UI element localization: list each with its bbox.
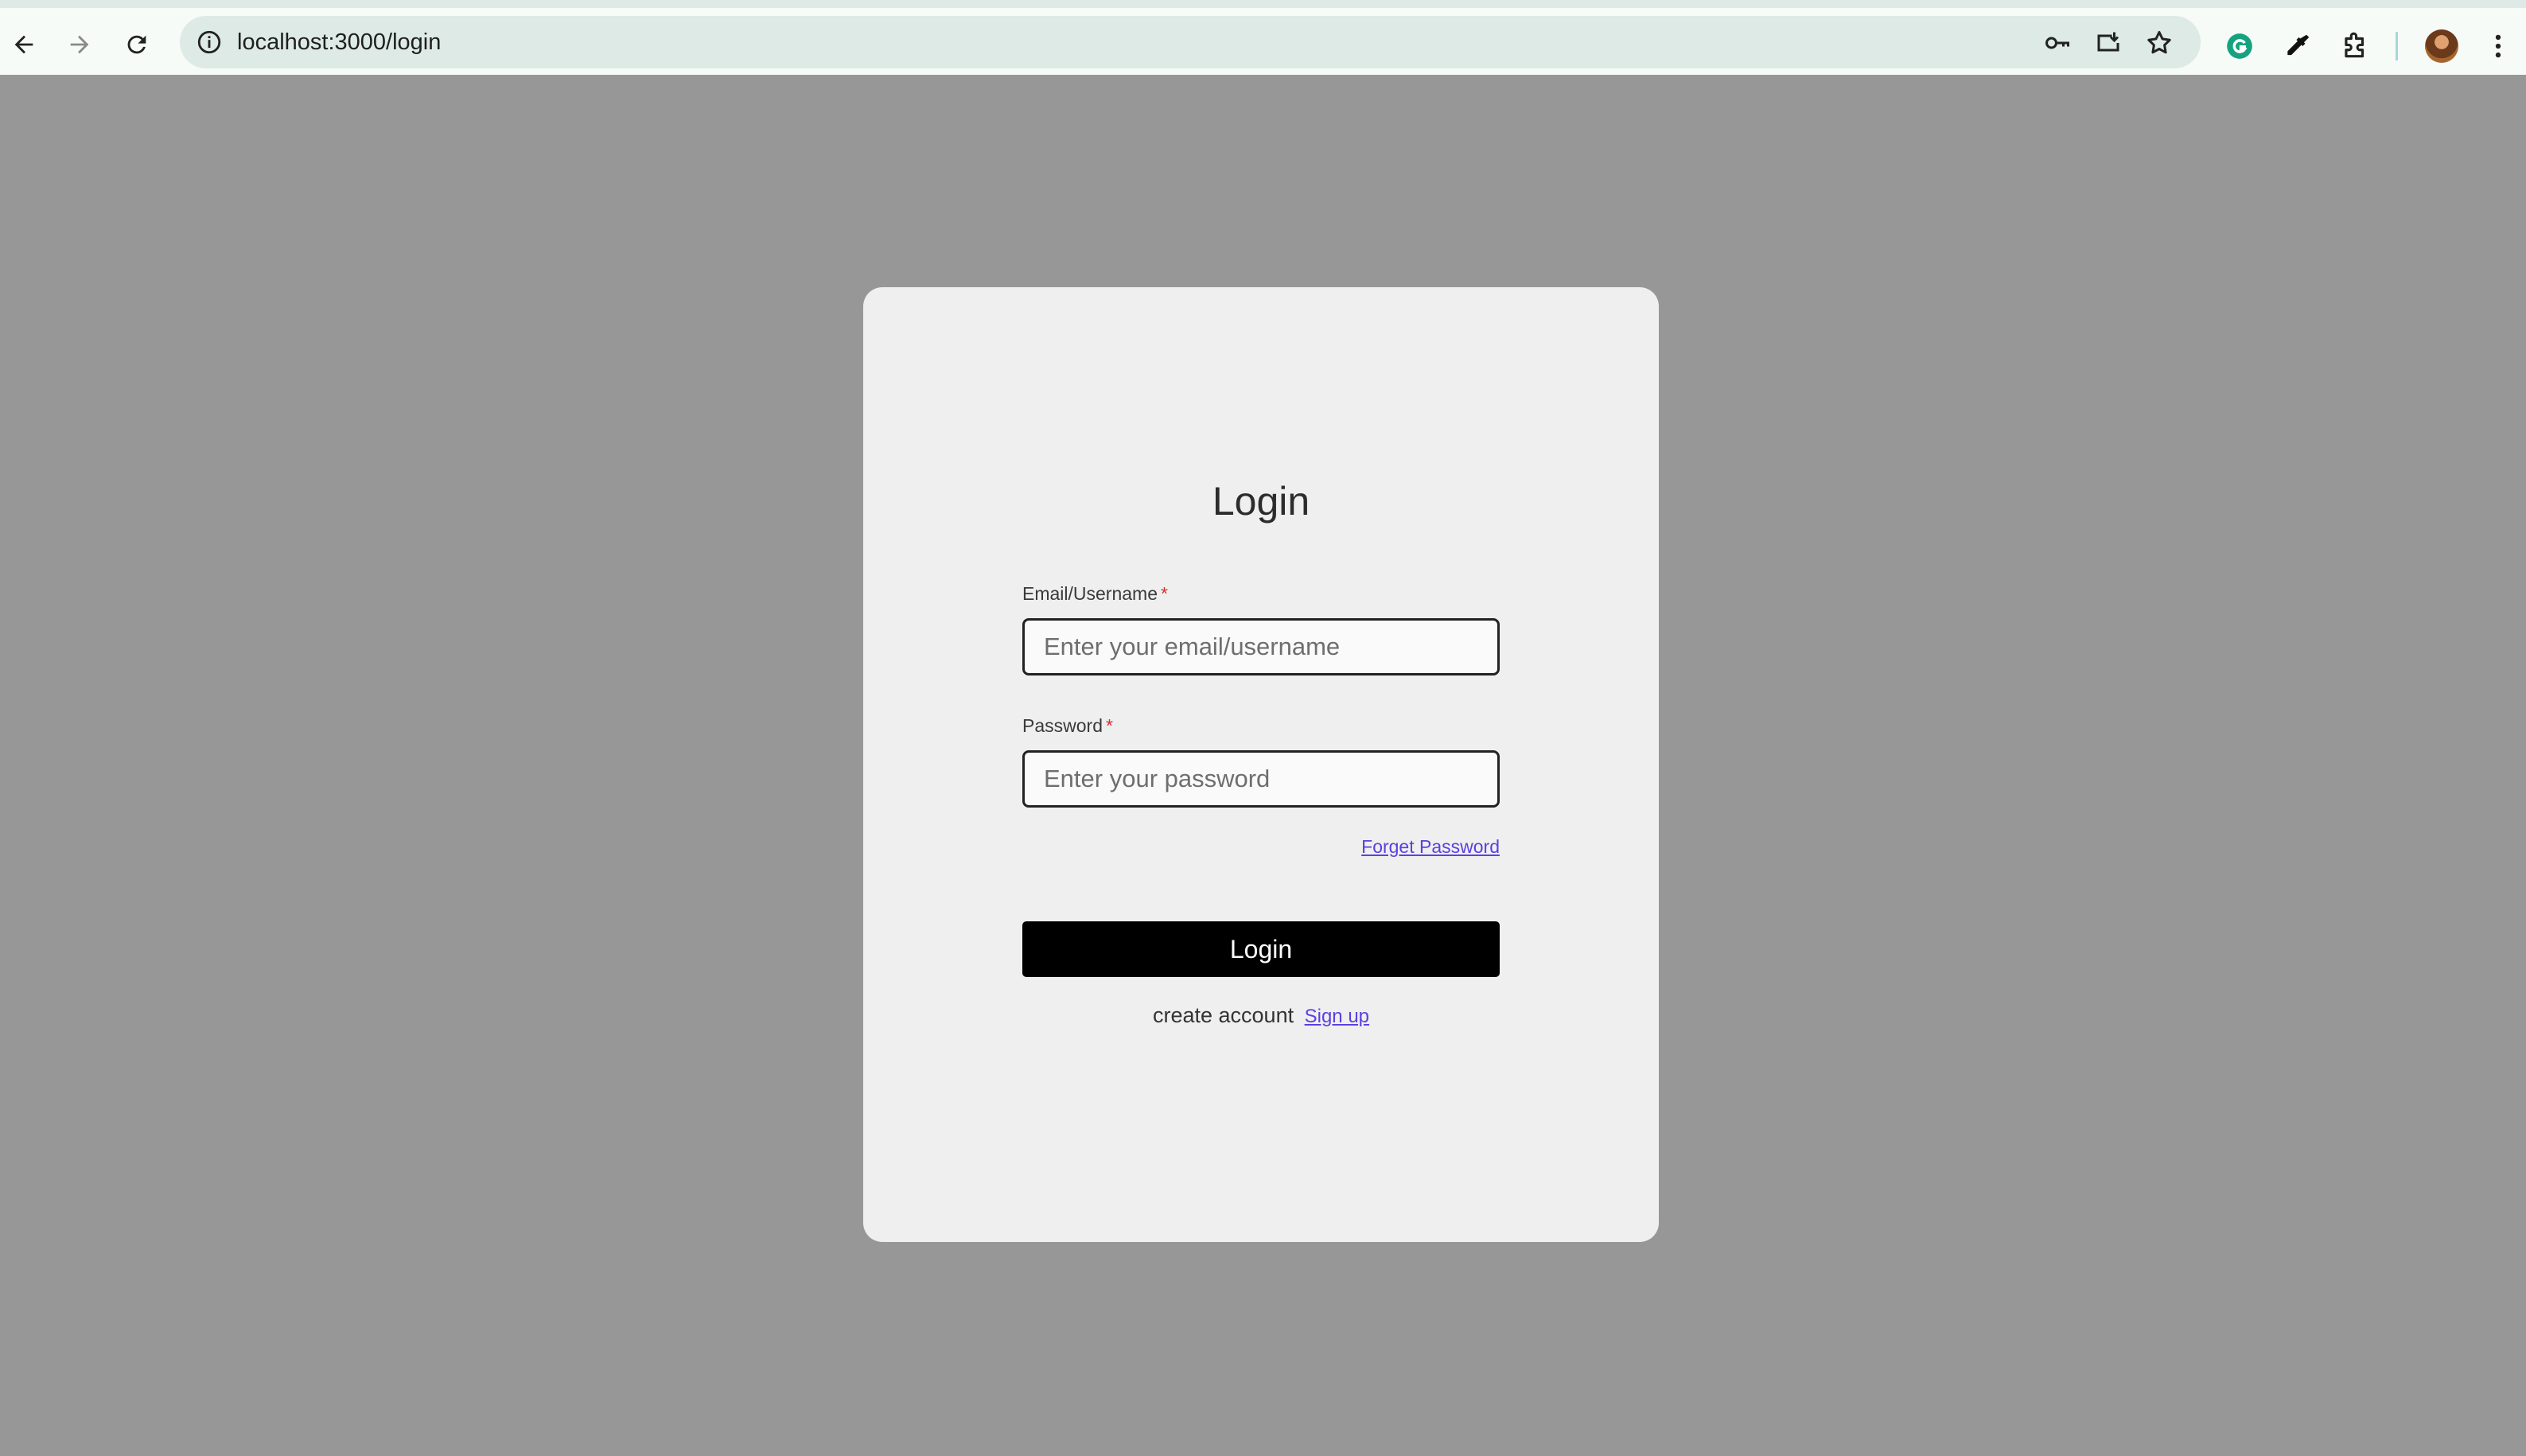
required-marker: * bbox=[1161, 583, 1168, 604]
reload-button[interactable] bbox=[115, 22, 159, 67]
puzzle-icon bbox=[2345, 32, 2364, 58]
install-app-icon bbox=[2097, 32, 2119, 52]
signup-prompt: create account bbox=[1152, 1003, 1294, 1027]
back-button[interactable] bbox=[2, 22, 46, 67]
browser-menu-button[interactable] bbox=[2481, 29, 2516, 64]
eyedropper-extension-button[interactable] bbox=[2280, 29, 2315, 64]
password-field[interactable] bbox=[1022, 750, 1500, 808]
email-field[interactable] bbox=[1022, 618, 1500, 675]
arrow-left-icon bbox=[14, 35, 33, 54]
signup-link[interactable]: Sign up bbox=[1305, 1006, 1369, 1027]
signup-row: create account Sign up bbox=[863, 1003, 1659, 1028]
password-label-text: Password bbox=[1022, 715, 1103, 736]
login-card: Login Email/Username* Password* Forget P… bbox=[863, 287, 1659, 1242]
login-button[interactable]: Login bbox=[1022, 921, 1500, 977]
bookmark-button[interactable] bbox=[2143, 27, 2175, 59]
browser-toolbar: localhost:3000/login bbox=[0, 0, 2526, 75]
email-label-text: Email/Username bbox=[1022, 583, 1158, 604]
email-label: Email/Username * bbox=[1022, 583, 1168, 605]
star-icon bbox=[2147, 31, 2171, 54]
toolbar-divider bbox=[2396, 32, 2398, 60]
info-icon[interactable] bbox=[196, 29, 223, 56]
install-app-button[interactable] bbox=[2092, 27, 2124, 59]
address-bar[interactable]: localhost:3000/login bbox=[180, 16, 2201, 68]
grammarly-extension-button[interactable] bbox=[2222, 29, 2257, 64]
arrow-right-icon bbox=[70, 35, 89, 54]
required-marker: * bbox=[1105, 715, 1113, 736]
password-key-button[interactable] bbox=[2041, 27, 2073, 59]
kebab-menu-icon bbox=[2495, 34, 2501, 58]
forget-password-link[interactable]: Forget Password bbox=[1361, 836, 1500, 858]
login-title: Login bbox=[1212, 479, 1310, 524]
grammarly-icon bbox=[2227, 33, 2252, 59]
eyedropper-icon bbox=[2287, 34, 2310, 56]
avatar[interactable] bbox=[2425, 29, 2458, 63]
password-label: Password * bbox=[1022, 715, 1113, 737]
reload-icon bbox=[127, 35, 146, 54]
key-icon bbox=[2045, 37, 2069, 49]
forward-button[interactable] bbox=[57, 22, 102, 67]
extensions-button[interactable] bbox=[2337, 29, 2372, 64]
url-text[interactable]: localhost:3000/login bbox=[237, 27, 441, 57]
